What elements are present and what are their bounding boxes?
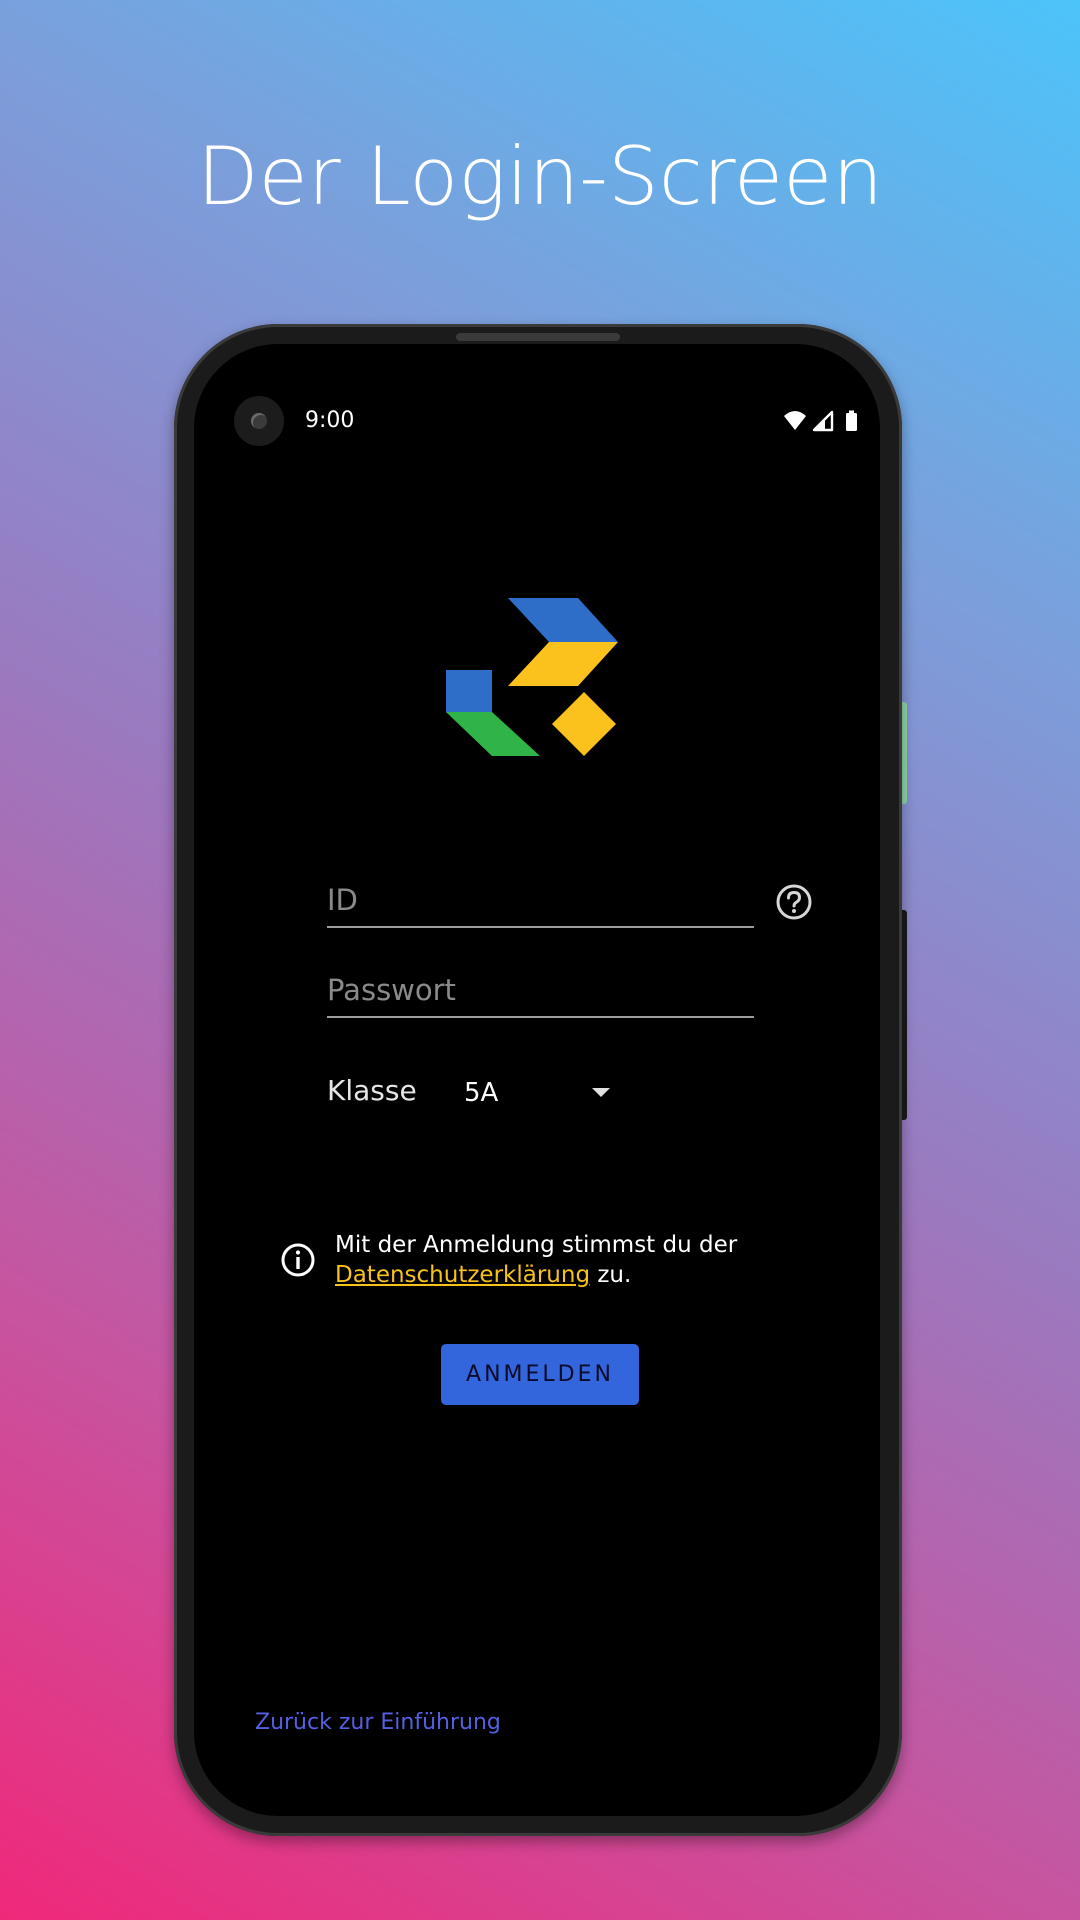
logo-green-parallelogram [446, 712, 540, 756]
privacy-policy-link[interactable]: Datenschutzerklärung [335, 1262, 590, 1288]
id-input[interactable]: ID [327, 880, 754, 928]
back-to-intro-link[interactable]: Zurück zur Einführung [255, 1710, 501, 1735]
battery-icon [846, 410, 857, 431]
password-placeholder: Passwort [327, 973, 456, 1007]
logo-blue-chevron [508, 598, 618, 642]
wifi-icon [784, 411, 806, 430]
phone-speaker [456, 333, 620, 341]
chevron-down-icon [592, 1088, 610, 1097]
class-dropdown[interactable]: 5A [460, 1072, 610, 1116]
consent-text: Mit der Anmeldung stimmst du der Datensc… [335, 1230, 805, 1290]
status-icons [784, 410, 857, 432]
id-placeholder: ID [327, 883, 358, 917]
consent-text-before: Mit der Anmeldung stimmst du der [335, 1232, 738, 1258]
camera-lens [251, 413, 267, 429]
class-label: Klasse [327, 1074, 417, 1107]
class-value: 5A [464, 1078, 499, 1108]
front-camera [234, 396, 284, 446]
status-clock: 9:00 [305, 408, 355, 433]
login-button[interactable]: ANMELDEN [441, 1344, 639, 1405]
help-icon[interactable] [775, 883, 813, 921]
logo-blue-square [446, 670, 492, 712]
app-logo [446, 598, 618, 756]
password-input[interactable]: Passwort [327, 970, 754, 1018]
consent-text-after: zu. [590, 1262, 632, 1288]
logo-yellow-diamond [552, 692, 616, 756]
info-icon [281, 1243, 315, 1277]
page-headline: Der Login-Screen [196, 130, 884, 223]
logo-yellow-chevron [508, 642, 618, 686]
